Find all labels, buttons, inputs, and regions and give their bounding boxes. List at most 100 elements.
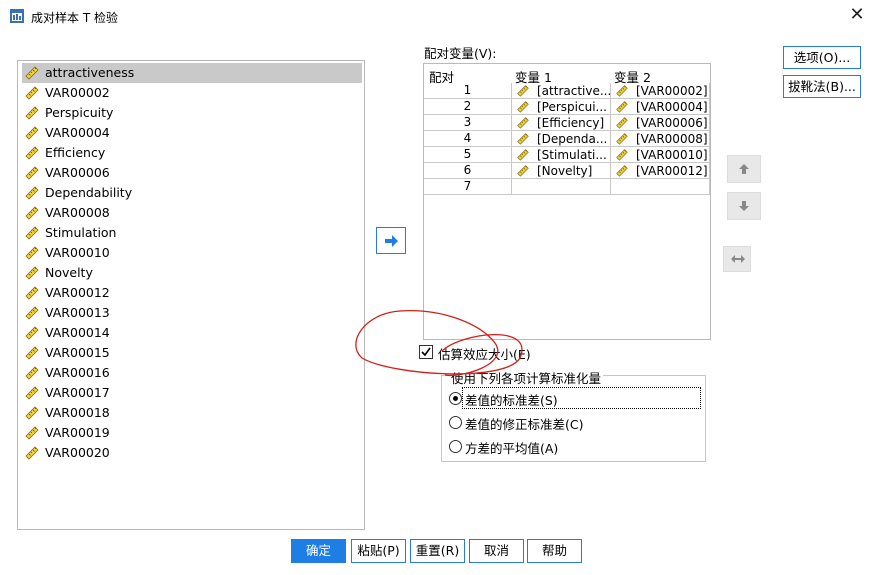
effect-size-checkbox[interactable] — [419, 345, 433, 359]
variable-name: VAR00016 — [45, 365, 110, 380]
variable-list-item[interactable]: VAR00017 — [22, 383, 362, 403]
scale-ruler-icon — [517, 165, 529, 177]
cell-text: 4 — [463, 131, 472, 145]
pair-variable1-cell[interactable]: [attractive... — [512, 83, 611, 99]
radio-label: 差值的修正标准差(C) — [465, 417, 584, 432]
radio-label: 差值的标准差(S) — [465, 393, 558, 408]
variable-list-item[interactable]: VAR00002 — [22, 83, 362, 103]
radio-button[interactable] — [449, 416, 462, 429]
app-icon — [10, 9, 24, 23]
scale-ruler-icon — [25, 206, 39, 220]
cell-text: 3 — [463, 115, 472, 129]
paired-variables-table[interactable]: 配对 变量 1 变量 2 1 [attractive... [VAR00002] 2[… — [423, 63, 711, 340]
variable-list-item[interactable]: VAR00013 — [22, 303, 362, 323]
swap-icon — [731, 255, 745, 263]
pair-number-cell[interactable]: 6 — [424, 163, 512, 179]
reset-button[interactable]: 重置(R) — [410, 539, 465, 563]
variable-list-item[interactable]: VAR00012 — [22, 283, 362, 303]
variable-name: Novelty — [45, 265, 93, 280]
move-to-pairs-button[interactable] — [376, 227, 406, 254]
move-up-button[interactable] — [727, 155, 761, 183]
variable-list-item[interactable]: VAR00020 — [22, 443, 362, 463]
pair-number-cell[interactable]: 5 — [424, 147, 512, 163]
pair-variable2-cell[interactable]: [VAR00002] — [611, 83, 710, 99]
move-down-button[interactable] — [727, 192, 761, 220]
scale-ruler-icon — [25, 426, 39, 440]
ok-button[interactable]: 确定 — [291, 539, 346, 563]
cell-text: [VAR00006] — [636, 116, 708, 130]
pair-variable1-cell[interactable]: [Efficiency] — [512, 115, 611, 131]
variable-name: Dependability — [45, 185, 133, 200]
pair-number-cell[interactable]: 4 — [424, 131, 512, 147]
pair-variable2-cell[interactable] — [611, 179, 710, 195]
cell-text: [VAR00004] — [636, 100, 708, 114]
bootstrap-button[interactable]: 拔靴法(B)... — [783, 75, 861, 98]
variable-list-item[interactable]: Stimulation — [22, 223, 362, 243]
help-button[interactable]: 帮助 — [527, 539, 582, 563]
variable-list-item[interactable]: Dependability — [22, 183, 362, 203]
variable-list-item[interactable]: VAR00010 — [22, 243, 362, 263]
variable-list[interactable]: attractiveness VAR00002 Perspicuity VAR0000… — [17, 60, 365, 530]
variable-list-item[interactable]: VAR00006 — [22, 163, 362, 183]
variable-name: VAR00004 — [45, 125, 110, 140]
scale-ruler-icon — [25, 446, 39, 460]
pair-number-cell[interactable]: 7 — [424, 179, 512, 195]
pair-variable1-cell[interactable] — [512, 179, 611, 195]
cell-text: 6 — [463, 163, 472, 177]
cancel-button[interactable]: 取消 — [469, 539, 524, 563]
pair-variable2-cell[interactable]: [VAR00004] — [611, 99, 710, 115]
variable-name: VAR00019 — [45, 425, 110, 440]
variable-list-item[interactable]: VAR00018 — [22, 403, 362, 423]
radio-button[interactable] — [449, 392, 462, 405]
arrow-down-icon — [739, 201, 749, 211]
variable-list-item[interactable]: VAR00015 — [22, 343, 362, 363]
cell-text: [VAR00002] — [636, 84, 708, 98]
variable-list-item[interactable]: VAR00008 — [22, 203, 362, 223]
pair-variable1-cell[interactable]: [Stimulati... — [512, 147, 611, 163]
pair-variable2-cell[interactable]: [VAR00012] — [611, 163, 710, 179]
pair-variable2-cell[interactable]: [VAR00006] — [611, 115, 710, 131]
cell-text: [Efficiency] — [537, 116, 605, 130]
variable-name: VAR00018 — [45, 405, 110, 420]
options-button[interactable]: 选项(O)... — [783, 46, 861, 69]
pair-number-cell[interactable]: 2 — [424, 99, 512, 115]
swap-button[interactable] — [723, 246, 751, 272]
cell-text: [Novelty] — [537, 164, 593, 178]
scale-ruler-icon — [517, 85, 529, 97]
variable-name: VAR00010 — [45, 245, 110, 260]
variable-list-item[interactable]: Perspicuity — [22, 103, 362, 123]
scale-ruler-icon — [517, 133, 529, 145]
pair-variable2-cell[interactable]: [VAR00010] — [611, 147, 710, 163]
variable-list-item[interactable]: VAR00019 — [22, 423, 362, 443]
variable-name: VAR00013 — [45, 305, 110, 320]
scale-ruler-icon — [25, 126, 39, 140]
radio-button[interactable] — [449, 440, 462, 453]
pair-variable2-cell[interactable]: [VAR00008] — [611, 131, 710, 147]
scale-ruler-icon — [25, 326, 39, 340]
scale-ruler-icon — [517, 117, 529, 129]
paste-button[interactable]: 粘贴(P) — [351, 539, 406, 563]
pair-number-cell[interactable]: 3 — [424, 115, 512, 131]
cell-text: [Perspicui... — [537, 100, 607, 114]
scale-ruler-icon — [25, 186, 39, 200]
radio-label: 方差的平均值(A) — [465, 441, 559, 456]
variable-list-item[interactable]: VAR00014 — [22, 323, 362, 343]
pair-variable1-cell[interactable]: [Dependa... — [512, 131, 611, 147]
variable-list-item[interactable]: attractiveness — [22, 63, 362, 83]
variable-name: VAR00014 — [45, 325, 110, 340]
variable-list-item[interactable]: Efficiency — [22, 143, 362, 163]
variable-list-item[interactable]: Novelty — [22, 263, 362, 283]
scale-ruler-icon — [25, 406, 39, 420]
variable-list-item[interactable]: VAR00016 — [22, 363, 362, 383]
pair-variable1-cell[interactable]: [Novelty] — [512, 163, 611, 179]
pair-number-cell[interactable]: 1 — [424, 83, 512, 99]
variable-name: VAR00020 — [45, 445, 110, 460]
effect-size-label: 估算效应大小(E) — [438, 347, 531, 362]
variable-list-item[interactable]: VAR00004 — [22, 123, 362, 143]
cell-text: [attractive... — [537, 84, 611, 98]
pair-variable1-cell[interactable]: [Perspicui... — [512, 99, 611, 115]
close-button[interactable]: ✕ — [848, 5, 866, 25]
title-bar: 成对样本 T 检验 ✕ — [0, 0, 873, 32]
scale-ruler-icon — [25, 386, 39, 400]
checkmark-icon — [421, 347, 431, 357]
